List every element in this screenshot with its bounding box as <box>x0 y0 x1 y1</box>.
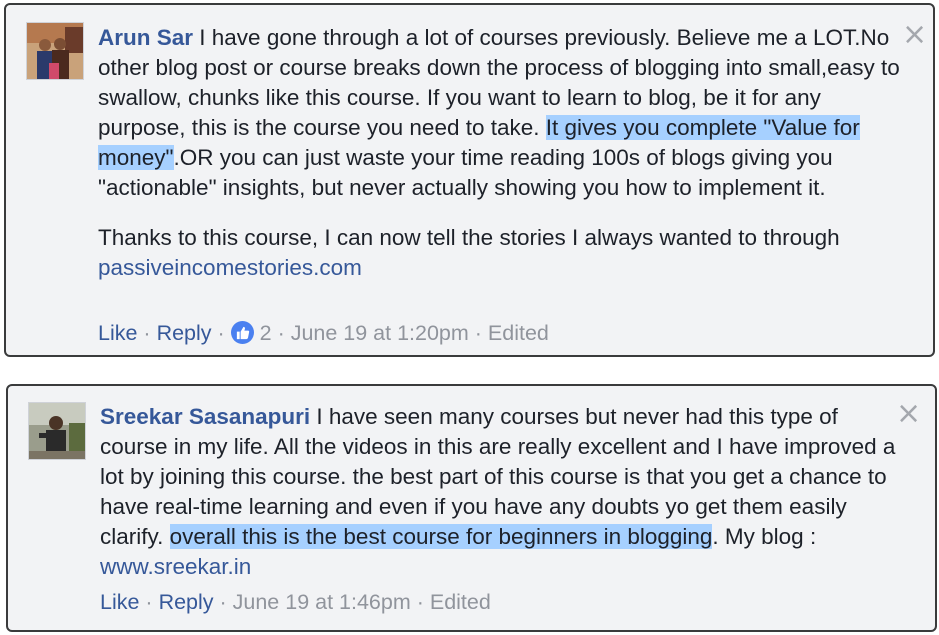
close-icon[interactable]: × <box>896 399 921 429</box>
author-name[interactable]: Sreekar Sasanapuri <box>100 404 310 429</box>
comment-card: Sreekar Sasanapuri I have seen many cour… <box>6 384 937 632</box>
blog-link[interactable]: www.sreekar.in <box>100 554 251 579</box>
close-icon[interactable]: × <box>902 20 927 50</box>
timestamp[interactable]: June 19 at 1:20pm <box>291 321 469 345</box>
comment-text: Sreekar Sasanapuri I have seen many cour… <box>100 402 900 582</box>
comment-paragraph: Sreekar Sasanapuri I have seen many cour… <box>100 402 900 582</box>
thumbs-up-icon[interactable] <box>230 321 254 344</box>
comment-paragraph: Arun Sar I have gone through a lot of co… <box>98 23 908 203</box>
avatar[interactable] <box>26 22 84 80</box>
comment-card: Arun Sar I have gone through a lot of co… <box>4 3 935 357</box>
author-name[interactable]: Arun Sar <box>98 25 193 50</box>
comment-actions: Like · Reply · June 19 at 1:46pm · Edite… <box>100 588 491 616</box>
timestamp[interactable]: June 19 at 1:46pm <box>233 590 411 614</box>
highlighted-text: overall this is the best course for begi… <box>169 524 713 549</box>
comment-text-part: Thanks to this course, I can now tell th… <box>98 225 840 250</box>
avatar-photo <box>29 403 85 459</box>
like-link[interactable]: Like <box>100 590 139 614</box>
comment-text: Arun Sar I have gone through a lot of co… <box>98 23 908 283</box>
like-count[interactable]: 2 <box>260 321 272 345</box>
comment-paragraph: Thanks to this course, I can now tell th… <box>98 223 908 283</box>
reply-link[interactable]: Reply <box>159 590 214 614</box>
comment-actions: Like · Reply · 2 · June 19 at 1:20pm · E… <box>98 319 549 347</box>
reply-link[interactable]: Reply <box>157 321 212 345</box>
edited-label[interactable]: Edited <box>488 321 549 345</box>
blog-link[interactable]: passiveincomestories.com <box>98 255 362 280</box>
comment-text-part: .OR you can just waste your time reading… <box>98 145 833 200</box>
comment-text-part: . My blog : <box>712 524 817 549</box>
separator: · <box>271 321 291 345</box>
separator: · <box>468 321 488 345</box>
avatar[interactable] <box>28 402 86 460</box>
separator: · <box>410 590 430 614</box>
separator: · <box>211 321 231 345</box>
avatar-photo <box>27 23 83 79</box>
edited-label[interactable]: Edited <box>430 590 491 614</box>
separator: · <box>139 590 159 614</box>
like-link[interactable]: Like <box>98 321 137 345</box>
separator: · <box>213 590 233 614</box>
separator: · <box>137 321 157 345</box>
